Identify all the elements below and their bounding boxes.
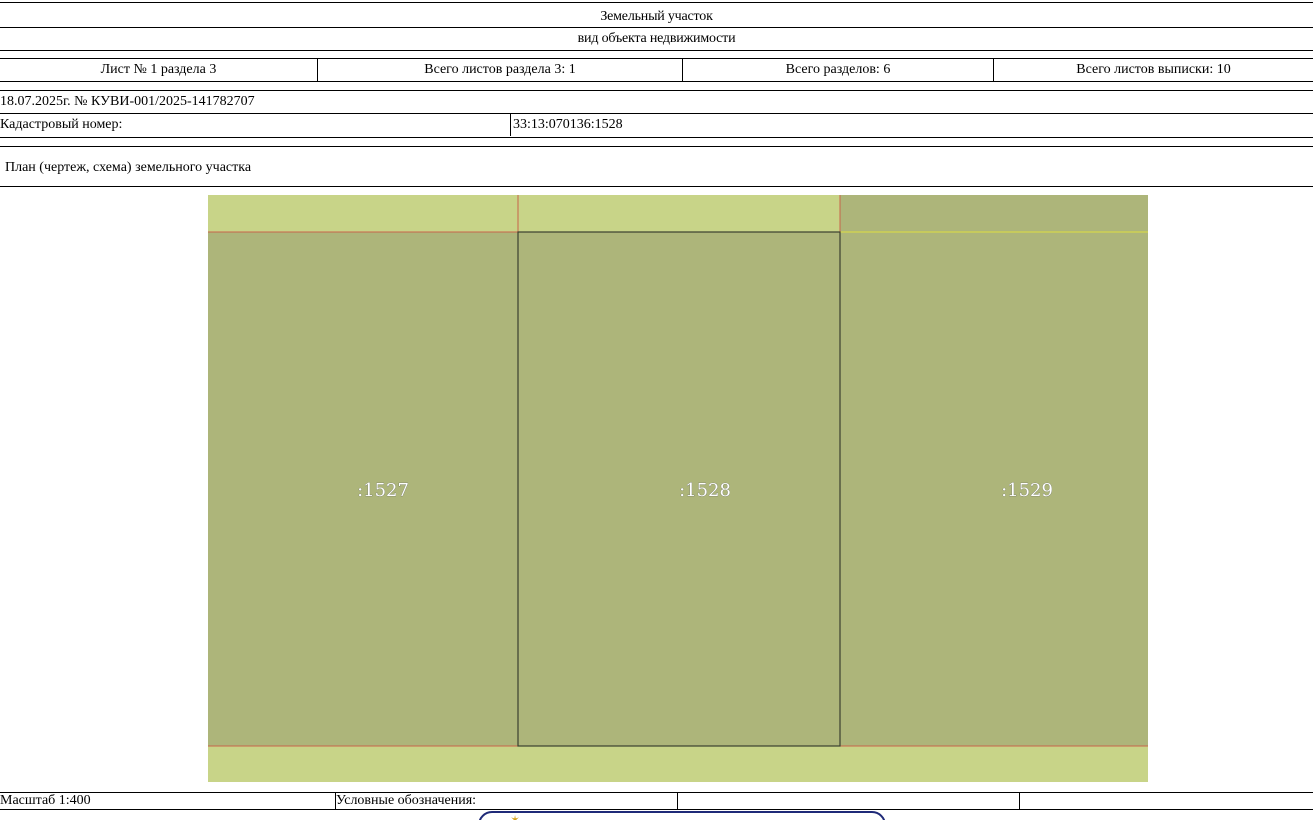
footer-cell-3 — [678, 793, 1020, 809]
extract-row: 18.07.2025г. № КУВИ-001/2025-141782707 — [0, 90, 1313, 114]
sheet-number: Лист № 1 раздела 3 — [0, 59, 318, 81]
parcel-label-1529: :1529 — [1001, 480, 1053, 501]
footer-cell-4 — [1020, 793, 1313, 809]
object-title: Земельный участок — [600, 9, 713, 24]
title-row: Земельный участок — [0, 2, 1313, 28]
parcel-map: :1527 :1528 :1529 — [208, 195, 1148, 782]
cadastral-row: Кадастровый номер: 33:13:070136:1528 — [0, 114, 1313, 138]
extract-date-number: 18.07.2025г. № КУВИ-001/2025-141782707 — [0, 94, 255, 109]
parcel-map-svg: :1527 :1528 :1529 — [208, 195, 1148, 782]
parcel-label-1527: :1527 — [357, 480, 409, 501]
object-type-subtitle: вид объекта недвижимости — [577, 31, 736, 46]
document-page: Земельный участок вид объекта недвижимос… — [0, 0, 1313, 820]
map-top-strip-left — [208, 195, 840, 232]
plan-title: План (чертеж, схема) земельного участка — [5, 160, 252, 175]
legend-label: Условные обозначения: — [336, 793, 678, 809]
cadastral-number-value: 33:13:070136:1528 — [510, 114, 623, 136]
subtitle-row: вид объекта недвижимости — [0, 29, 1313, 51]
sections-total: Всего разделов: 6 — [683, 59, 994, 81]
extract-sheets-total: Всего листов выписки: 10 — [1076, 62, 1231, 77]
plan-row: План (чертеж, схема) земельного участка — [0, 146, 1313, 187]
parcel-1529 — [840, 232, 1148, 746]
map-bottom-strip — [208, 746, 1148, 782]
cadastral-number-label: Кадастровый номер: — [0, 117, 123, 132]
sheets-info-row: Лист № 1 раздела 3 Всего листов раздела … — [0, 58, 1313, 82]
map-top-strip-right — [840, 195, 1148, 232]
section-sheets-total: Всего листов раздела 3: 1 — [318, 59, 683, 81]
emblem-icon: ✶ — [510, 813, 521, 820]
map-scale: Масштаб 1:400 — [0, 793, 336, 809]
official-stamp: ✶ — [478, 811, 886, 820]
parcel-label-1528: :1528 — [679, 480, 731, 501]
footer-row: Масштаб 1:400 Условные обозначения: — [0, 792, 1313, 810]
